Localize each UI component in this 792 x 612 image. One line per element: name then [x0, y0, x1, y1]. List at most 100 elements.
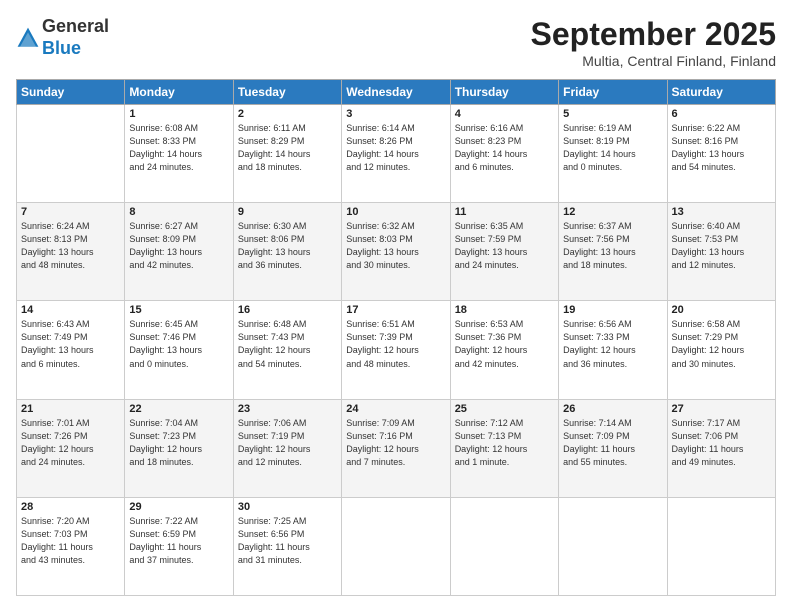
day-number: 20 — [672, 304, 771, 316]
table-row: 7Sunrise: 6:24 AM Sunset: 8:13 PM Daylig… — [17, 203, 125, 301]
table-row: 20 Sunrise: 6:58 AM Sunset: 7:29 PM Dayli… — [667, 301, 775, 399]
day-info: Sunrise: 6:22 AM Sunset: 8:16 PM Dayligh… — [672, 122, 771, 174]
day-info: Sunrise: 6:40 AM Sunset: 7:53 PM Dayligh… — [672, 220, 771, 272]
day-info: Sunrise: 6:14 AM Sunset: 8:26 PM Dayligh… — [346, 122, 445, 174]
day-number: 19 — [563, 304, 662, 316]
day-number: 1 — [129, 108, 228, 120]
table-row: 3 Sunrise: 6:14 AM Sunset: 8:26 PM Daylig… — [342, 105, 450, 203]
day-info: Sunrise: 6:35 AM Sunset: 7:59 PM Dayligh… — [455, 220, 554, 272]
day-number: 6 — [672, 108, 771, 120]
day-number: 7 — [21, 206, 120, 218]
day-info: Sunrise: 6:16 AM Sunset: 8:23 PM Dayligh… — [455, 122, 554, 174]
day-info: Sunrise: 7:09 AM Sunset: 7:16 PM Dayligh… — [346, 417, 445, 469]
day-number: 3 — [346, 108, 445, 120]
day-info: Sunrise: 7:04 AM Sunset: 7:23 PM Dayligh… — [129, 417, 228, 469]
day-number: 5 — [563, 108, 662, 120]
location: Multia, Central Finland, Finland — [531, 53, 776, 69]
day-number: 4 — [455, 108, 554, 120]
day-number: 23 — [238, 403, 337, 415]
table-row — [559, 497, 667, 595]
table-row: 23 Sunrise: 7:06 AM Sunset: 7:19 PM Dayli… — [233, 399, 341, 497]
day-number: 12 — [563, 206, 662, 218]
table-row: 10Sunrise: 6:32 AM Sunset: 8:03 PM Dayli… — [342, 203, 450, 301]
header-friday: Friday — [559, 80, 667, 105]
table-row: 9 Sunrise: 6:30 AM Sunset: 8:06 PM Daylig… — [233, 203, 341, 301]
calendar-week-row: 28Sunrise: 7:20 AM Sunset: 7:03 PM Dayli… — [17, 497, 776, 595]
day-info: Sunrise: 7:01 AM Sunset: 7:26 PM Dayligh… — [21, 417, 120, 469]
table-row: 5 Sunrise: 6:19 AM Sunset: 8:19 PM Daylig… — [559, 105, 667, 203]
day-info: Sunrise: 6:48 AM Sunset: 7:43 PM Dayligh… — [238, 318, 337, 370]
day-number: 16 — [238, 304, 337, 316]
logo-general-text: General — [42, 16, 109, 36]
day-number: 24 — [346, 403, 445, 415]
table-row: 24 Sunrise: 7:09 AM Sunset: 7:16 PM Dayli… — [342, 399, 450, 497]
day-info: Sunrise: 6:51 AM Sunset: 7:39 PM Dayligh… — [346, 318, 445, 370]
day-number: 10 — [346, 206, 445, 218]
table-row: 30Sunrise: 7:25 AM Sunset: 6:56 PM Dayli… — [233, 497, 341, 595]
table-row: 14Sunrise: 6:43 AM Sunset: 7:49 PM Dayli… — [17, 301, 125, 399]
table-row: 1 Sunrise: 6:08 AM Sunset: 8:33 PM Daylig… — [125, 105, 233, 203]
table-row: 13 Sunrise: 6:40 AM Sunset: 7:53 PM Dayli… — [667, 203, 775, 301]
day-number: 13 — [672, 206, 771, 218]
table-row: 2 Sunrise: 6:11 AM Sunset: 8:29 PM Daylig… — [233, 105, 341, 203]
day-info: Sunrise: 7:17 AM Sunset: 7:06 PM Dayligh… — [672, 417, 771, 469]
table-row: 27 Sunrise: 7:17 AM Sunset: 7:06 PM Dayli… — [667, 399, 775, 497]
logo: General Blue — [16, 16, 109, 59]
calendar-week-row: 7Sunrise: 6:24 AM Sunset: 8:13 PM Daylig… — [17, 203, 776, 301]
table-row: 21Sunrise: 7:01 AM Sunset: 7:26 PM Dayli… — [17, 399, 125, 497]
table-row — [342, 497, 450, 595]
page-header: General Blue September 2025 Multia, Cent… — [16, 16, 776, 69]
day-info: Sunrise: 6:53 AM Sunset: 7:36 PM Dayligh… — [455, 318, 554, 370]
header-thursday: Thursday — [450, 80, 558, 105]
day-number: 22 — [129, 403, 228, 415]
header-monday: Monday — [125, 80, 233, 105]
table-row: 15Sunrise: 6:45 AM Sunset: 7:46 PM Dayli… — [125, 301, 233, 399]
day-number: 2 — [238, 108, 337, 120]
table-row: 22 Sunrise: 7:04 AM Sunset: 7:23 PM Dayli… — [125, 399, 233, 497]
day-number: 8 — [129, 206, 228, 218]
day-info: Sunrise: 6:43 AM Sunset: 7:49 PM Dayligh… — [21, 318, 120, 370]
day-number: 27 — [672, 403, 771, 415]
title-block: September 2025 Multia, Central Finland, … — [531, 16, 776, 69]
table-row: 28Sunrise: 7:20 AM Sunset: 7:03 PM Dayli… — [17, 497, 125, 595]
table-row: 11 Sunrise: 6:35 AM Sunset: 7:59 PM Dayli… — [450, 203, 558, 301]
day-info: Sunrise: 6:19 AM Sunset: 8:19 PM Dayligh… — [563, 122, 662, 174]
calendar-week-row: 1 Sunrise: 6:08 AM Sunset: 8:33 PM Daylig… — [17, 105, 776, 203]
day-number: 28 — [21, 501, 120, 513]
day-number: 29 — [129, 501, 228, 513]
day-info: Sunrise: 6:30 AM Sunset: 8:06 PM Dayligh… — [238, 220, 337, 272]
day-number: 18 — [455, 304, 554, 316]
table-row: 19Sunrise: 6:56 AM Sunset: 7:33 PM Dayli… — [559, 301, 667, 399]
table-row: 6 Sunrise: 6:22 AM Sunset: 8:16 PM Daylig… — [667, 105, 775, 203]
day-info: Sunrise: 7:14 AM Sunset: 7:09 PM Dayligh… — [563, 417, 662, 469]
day-info: Sunrise: 7:06 AM Sunset: 7:19 PM Dayligh… — [238, 417, 337, 469]
header-saturday: Saturday — [667, 80, 775, 105]
day-number: 25 — [455, 403, 554, 415]
table-row: 17 Sunrise: 6:51 AM Sunset: 7:39 PM Dayli… — [342, 301, 450, 399]
header-wednesday: Wednesday — [342, 80, 450, 105]
month-title: September 2025 — [531, 16, 776, 53]
day-info: Sunrise: 6:11 AM Sunset: 8:29 PM Dayligh… — [238, 122, 337, 174]
calendar-week-row: 21Sunrise: 7:01 AM Sunset: 7:26 PM Dayli… — [17, 399, 776, 497]
table-row: 12Sunrise: 6:37 AM Sunset: 7:56 PM Dayli… — [559, 203, 667, 301]
table-row: 8 Sunrise: 6:27 AM Sunset: 8:09 PM Daylig… — [125, 203, 233, 301]
day-number: 15 — [129, 304, 228, 316]
table-row: 26 Sunrise: 7:14 AM Sunset: 7:09 PM Dayli… — [559, 399, 667, 497]
calendar-table: Sunday Monday Tuesday Wednesday Thursday… — [16, 79, 776, 596]
day-info: Sunrise: 6:58 AM Sunset: 7:29 PM Dayligh… — [672, 318, 771, 370]
day-number: 17 — [346, 304, 445, 316]
header-tuesday: Tuesday — [233, 80, 341, 105]
logo-icon — [16, 26, 40, 50]
day-number: 11 — [455, 206, 554, 218]
day-info: Sunrise: 7:12 AM Sunset: 7:13 PM Dayligh… — [455, 417, 554, 469]
table-row — [17, 105, 125, 203]
table-row: 25 Sunrise: 7:12 AM Sunset: 7:13 PM Dayli… — [450, 399, 558, 497]
day-info: Sunrise: 6:08 AM Sunset: 8:33 PM Dayligh… — [129, 122, 228, 174]
table-row — [450, 497, 558, 595]
day-number: 9 — [238, 206, 337, 218]
day-number: 26 — [563, 403, 662, 415]
day-number: 30 — [238, 501, 337, 513]
table-row — [667, 497, 775, 595]
day-info: Sunrise: 6:27 AM Sunset: 8:09 PM Dayligh… — [129, 220, 228, 272]
table-row: 16 Sunrise: 6:48 AM Sunset: 7:43 PM Dayli… — [233, 301, 341, 399]
